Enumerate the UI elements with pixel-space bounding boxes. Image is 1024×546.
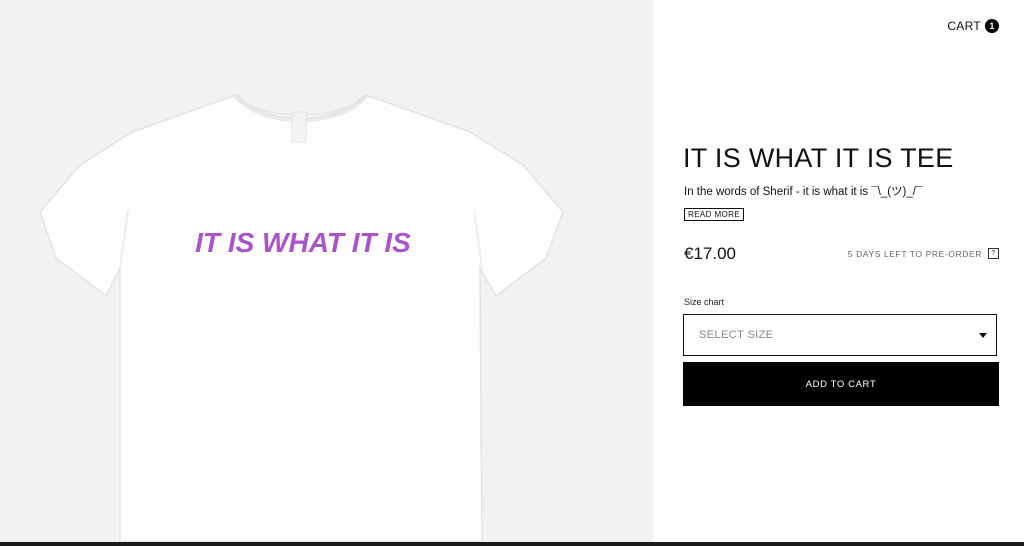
product-title: IT IS WHAT IT IS TEE [683,143,954,173]
cart-button[interactable]: CART 1 [947,19,999,33]
add-to-cart-button[interactable]: ADD TO CART [683,362,999,406]
cart-label: CART [947,19,981,33]
product-image: IT IS WHAT IT IS [0,0,653,542]
size-select-value: SELECT SIZE [699,329,774,341]
chevron-down-icon [979,332,987,338]
shirt-print-text: IT IS WHAT IT IS [195,227,411,258]
preorder-text: 5 DAYS LEFT TO PRE-ORDER [847,248,982,259]
bottom-strip [0,542,1024,546]
question-mark-icon[interactable]: ? [988,248,999,259]
cart-count-badge: 1 [985,19,999,33]
read-more-button[interactable]: READ MORE [684,208,745,221]
product-description: In the words of Sherif - it is what it i… [684,186,923,198]
product-price: €17.00 [684,244,736,263]
size-chart-link[interactable]: Size chart [684,297,724,307]
tshirt-image: IT IS WHAT IT IS [39,93,564,542]
preorder-notice: 5 DAYS LEFT TO PRE-ORDER ? [848,248,999,259]
size-select[interactable]: SELECT SIZE [683,314,997,356]
